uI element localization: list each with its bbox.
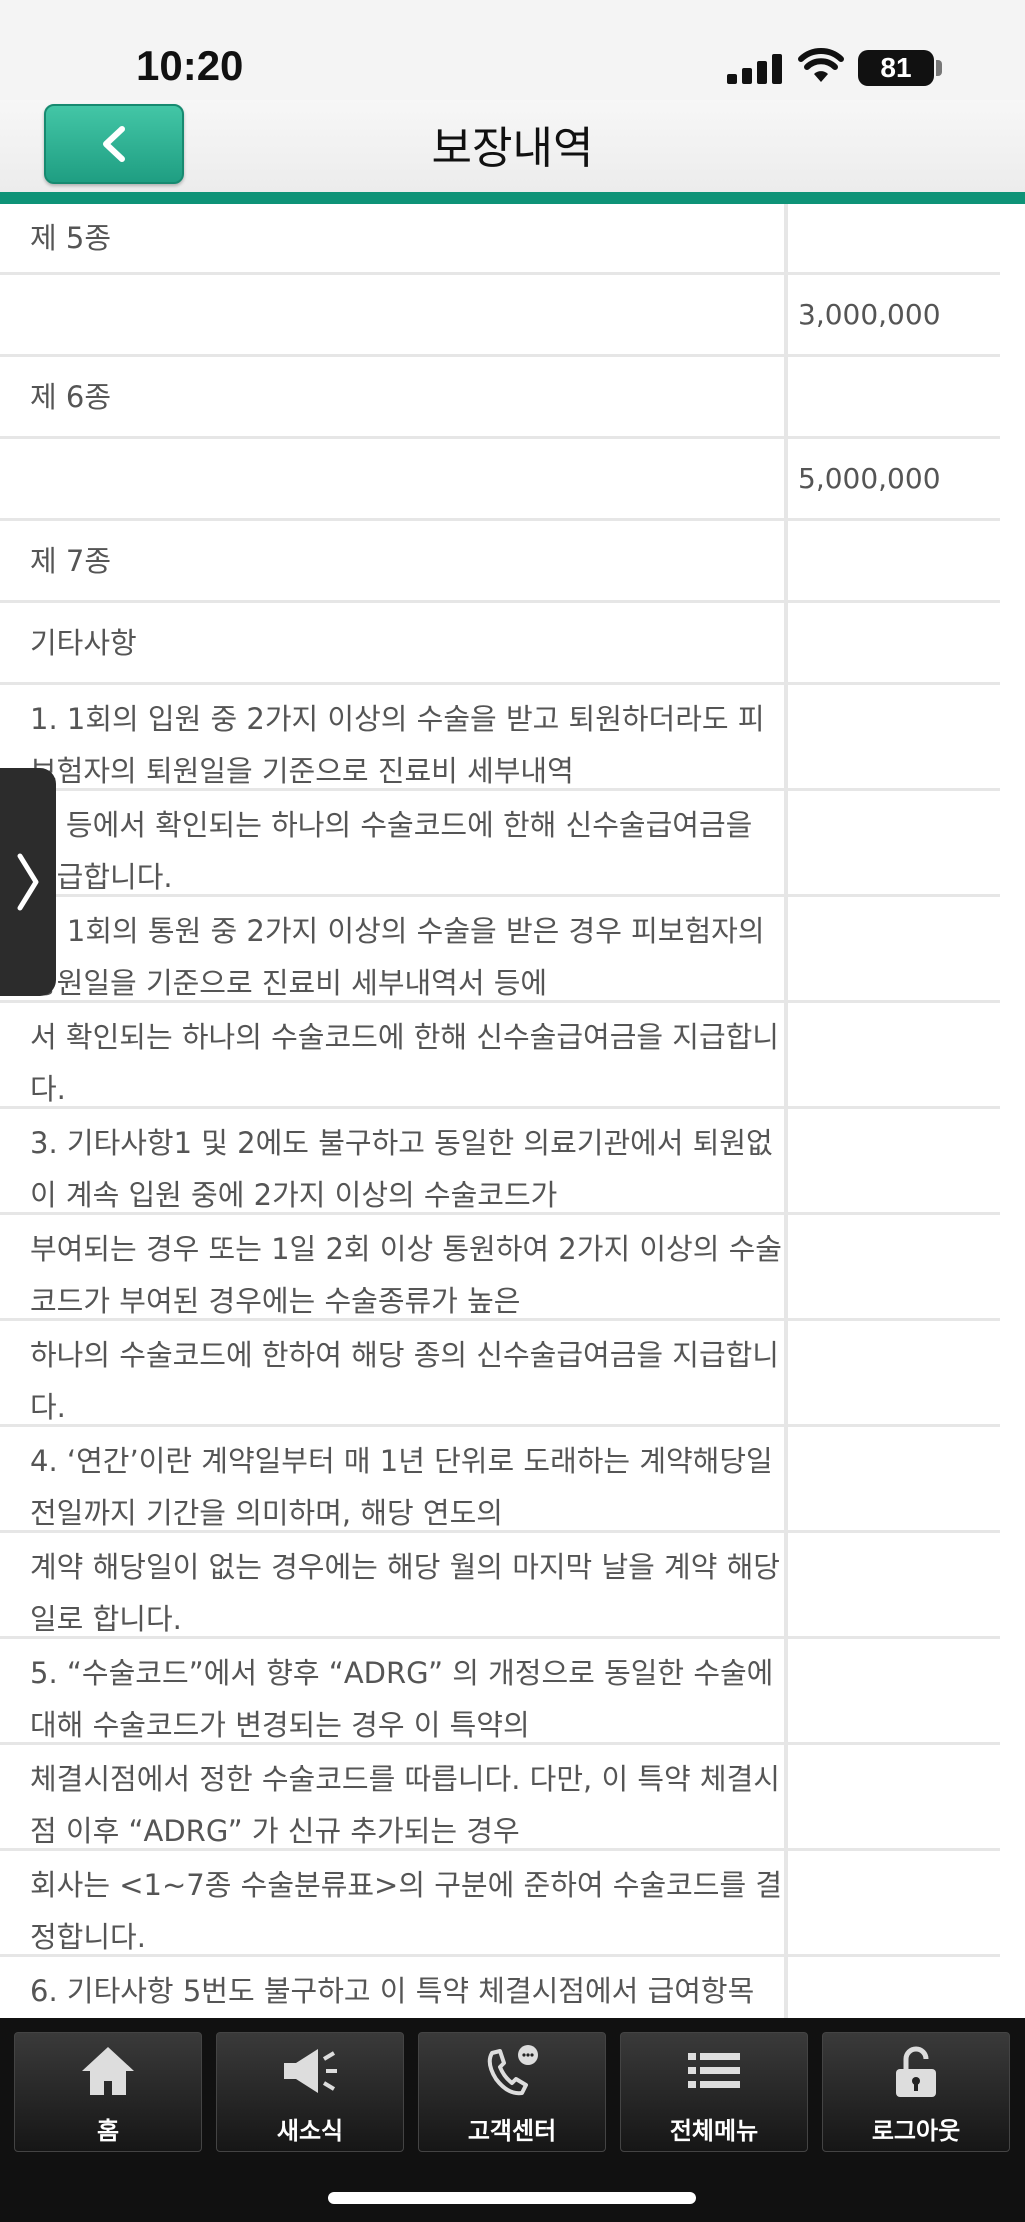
- side-drawer-handle[interactable]: [0, 768, 56, 996]
- column-divider: [784, 204, 788, 2018]
- table-row: 하나의 수술코드에 한하여 해당 종의 신수술급여금을 지급합니다.: [0, 1321, 1000, 1424]
- table-cell-amount: [788, 1745, 1000, 1848]
- table-row: 서 등에서 확인되는 하나의 수술코드에 한해 신수술급여금을 지급합니다.: [0, 791, 1000, 894]
- table-cell-label: 계약 해당일이 없는 경우에는 해당 월의 마지막 날을 계약 해당일로 합니다…: [30, 1550, 780, 1636]
- table-row: 서 확인되는 하나의 수술코드에 한해 신수술급여금을 지급합니다.: [0, 1003, 1000, 1106]
- table-cell-amount: [788, 1003, 1000, 1106]
- table-row: 3,000,000: [0, 275, 1000, 354]
- table-row: 회사는 <1~7종 수술분류표>의 구분에 준하여 수술코드를 결정합니다.: [0, 1851, 1000, 1954]
- nav-customer-center[interactable]: 고객센터: [418, 2032, 606, 2152]
- table-cell-amount: [788, 204, 1000, 272]
- home-indicator[interactable]: [328, 2192, 696, 2204]
- table-cell-label: [0, 275, 784, 354]
- table-cell-label: 4. ‘연간’이란 계약일부터 매 1년 단위로 도래하는 계약해당일 전일까지…: [30, 1444, 773, 1530]
- table-cell-label: 부여되는 경우 또는 1일 2회 이상 통원하여 2가지 이상의 수술코드가 부…: [30, 1232, 782, 1318]
- table-cell-amount: [788, 1533, 1000, 1636]
- nav-label: 로그아웃: [871, 2117, 961, 2145]
- table-cell-label: 하나의 수술코드에 한하여 해당 종의 신수술급여금을 지급합니다.: [30, 1338, 779, 1424]
- table-cell-amount: [788, 897, 1000, 1000]
- nav-label: 홈: [96, 2117, 120, 2145]
- table-cell-label: 기타사항: [30, 625, 137, 660]
- table-cell-label: 서 확인되는 하나의 수술코드에 한해 신수술급여금을 지급합니다.: [30, 1020, 779, 1106]
- table-cell-label: 체결시점에서 정한 수술코드를 따릅니다. 다만, 이 특약 체결시점 이후 “…: [30, 1762, 780, 1848]
- table-cell-label: 회사는 <1~7종 수술분류표>의 구분에 준하여 수술코드를 결정합니다.: [30, 1868, 783, 1954]
- table-cell-amount: [788, 603, 1000, 682]
- table-cell-label: 5. “수술코드”에서 향후 “ADRG” 의 개정으로 동일한 수술에 대해 …: [30, 1656, 774, 1742]
- status-time: 10:20: [136, 42, 244, 89]
- chevron-right-icon: [17, 853, 39, 911]
- megaphone-icon: [284, 2049, 337, 2093]
- table-cell-label: 6. 기타사항 5번도 불구하고 이 특약 체결시점에서 급여항목: [30, 1974, 755, 2008]
- list-menu-icon: [688, 2053, 740, 2088]
- table-row: 1. 1회의 입원 중 2가지 이상의 수술을 받고 퇴원하더라도 피보험자의 …: [0, 685, 1000, 788]
- nav-news[interactable]: 새소식: [216, 2032, 404, 2152]
- table-cell-label: 제 6종: [30, 379, 112, 414]
- table-cell-amount: [788, 1851, 1000, 1954]
- table-cell-amount: [788, 1639, 1000, 1742]
- table-row: 5,000,000: [0, 439, 1000, 518]
- table-cell-label: 제 7종: [30, 543, 112, 578]
- table-cell-label: [0, 439, 784, 518]
- battery-cap: [936, 60, 942, 76]
- table-row: 제 6종: [0, 357, 1000, 436]
- table-cell-amount: [788, 521, 1000, 600]
- table-row: 제 5종: [0, 204, 1000, 272]
- header-divider: [0, 192, 1025, 204]
- table-row: 체결시점에서 정한 수술코드를 따릅니다. 다만, 이 특약 체결시점 이후 “…: [0, 1745, 1000, 1848]
- table-row: 5. “수술코드”에서 향후 “ADRG” 의 개정으로 동일한 수술에 대해 …: [0, 1639, 1000, 1742]
- nav-label: 고객센터: [467, 2117, 557, 2145]
- table-row: 4. ‘연간’이란 계약일부터 매 1년 단위로 도래하는 계약해당일 전일까지…: [0, 1427, 1000, 1530]
- phone-chat-icon: [487, 2045, 538, 2096]
- status-bar: 10:20 81: [0, 0, 1025, 100]
- table-cell-amount: 5,000,000: [798, 462, 941, 495]
- table-row: 3. 기타사항1 및 2에도 불구하고 동일한 의료기관에서 퇴원없이 계속 입…: [0, 1109, 1000, 1212]
- home-icon: [82, 2047, 134, 2095]
- table-cell-label: 서 등에서 확인되는 하나의 수술코드에 한해 신수술급여금을 지급합니다.: [30, 808, 753, 894]
- table-cell-label: 1. 1회의 입원 중 2가지 이상의 수술을 받고 퇴원하더라도 피보험자의 …: [30, 702, 765, 788]
- lock-icon: [896, 2046, 936, 2097]
- table-cell-amount: 3,000,000: [798, 298, 941, 331]
- wifi-icon: [798, 48, 844, 82]
- table-row: 2. 1회의 통원 중 2가지 이상의 수술을 받은 경우 피보험자의 통원일을…: [0, 897, 1000, 1000]
- table-row: 계약 해당일이 없는 경우에는 해당 월의 마지막 날을 계약 해당일로 합니다…: [0, 1533, 1000, 1636]
- table-cell-amount: [788, 685, 1000, 788]
- table-cell-label: 2. 1회의 통원 중 2가지 이상의 수술을 받은 경우 피보험자의 통원일을…: [30, 914, 765, 1000]
- nav-home[interactable]: 홈: [14, 2032, 202, 2152]
- table-cell-amount: [788, 1215, 1000, 1318]
- page-title: 보장내역: [431, 123, 594, 174]
- cellular-signal-icon: [727, 54, 783, 84]
- nav-label: 전체메뉴: [669, 2117, 759, 2145]
- nav-logout[interactable]: 로그아웃: [822, 2032, 1010, 2152]
- table-row: 6. 기타사항 5번도 불구하고 이 특약 체결시점에서 급여항목: [0, 1957, 1000, 2018]
- table-row: 제 7종: [0, 521, 1000, 600]
- coverage-table[interactable]: 제 5종 3,000,000 제 6종 5,000,000 제 7종 기타사항 …: [0, 204, 1025, 2018]
- table-cell-label: 3. 기타사항1 및 2에도 불구하고 동일한 의료기관에서 퇴원없이 계속 입…: [30, 1126, 773, 1212]
- table-row: 부여되는 경우 또는 1일 2회 이상 통원하여 2가지 이상의 수술코드가 부…: [0, 1215, 1000, 1318]
- table-row: 기타사항: [0, 603, 1000, 682]
- nav-all-menu[interactable]: 전체메뉴: [620, 2032, 808, 2152]
- table-cell-amount: [788, 1109, 1000, 1212]
- battery-icon: 81: [858, 50, 934, 86]
- table-cell-amount: [788, 1957, 1000, 2018]
- nav-label: 새소식: [276, 2117, 344, 2145]
- table-cell-amount: [788, 1321, 1000, 1424]
- table-cell-amount: [788, 791, 1000, 894]
- table-cell-amount: [788, 357, 1000, 436]
- table-cell-amount: [788, 1427, 1000, 1530]
- table-cell-label: 제 5종: [30, 221, 112, 255]
